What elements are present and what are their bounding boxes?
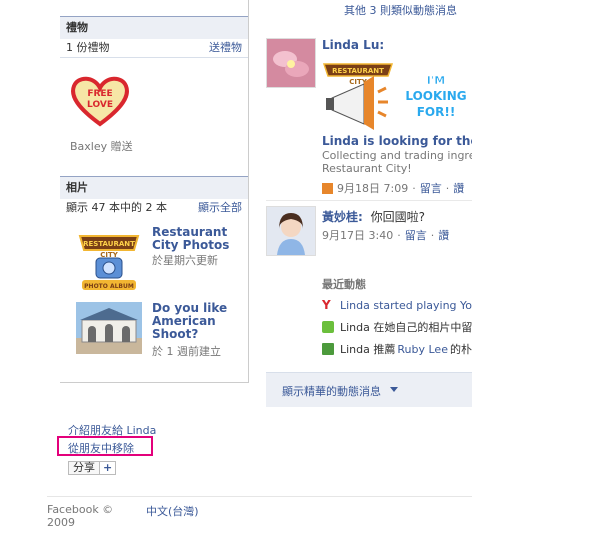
footer-divider	[47, 496, 472, 497]
footer-copyright: Facebook © 2009	[47, 503, 113, 529]
story-meta-2: 9月17日 3:40 · 留言 · 讚	[322, 227, 450, 243]
album-title-1[interactable]: Restaurant City Photos	[152, 226, 242, 252]
show-all-link[interactable]: 顯示全部	[198, 199, 242, 217]
photos-header: 相片	[60, 176, 248, 199]
photos-box: 相片 顯示 47 本中的 2 本 顯示全部	[60, 176, 248, 217]
rc-logo-top: RESTAURANT	[332, 67, 384, 75]
album-meta-2: 於 1 週前建立	[152, 345, 221, 358]
story-2-text: 你回國啦?	[370, 210, 426, 224]
recent-item-3-pre: Linda 推薦	[340, 343, 396, 356]
yoville-icon: Y	[322, 298, 331, 312]
remove-friend-link[interactable]: 從朋友中移除	[68, 440, 134, 456]
restaurant-city-promo-image[interactable]: RESTAURANT CITY I'M LOOKING FOR!!	[322, 58, 472, 130]
comment-link-2[interactable]: 留言	[405, 227, 427, 243]
free-love-gift-image[interactable]: FREE LOVE	[70, 74, 130, 128]
copyright-year: 2009	[47, 516, 75, 529]
recent-item-2-text: Linda 在她自己的相片中留	[340, 321, 472, 334]
like-link-2[interactable]: 讚	[438, 227, 449, 243]
recent-item-3-post: 的朴	[449, 343, 472, 356]
language-link[interactable]: 中文(台灣)	[146, 503, 199, 519]
svg-text:LOVE: LOVE	[87, 100, 113, 110]
gifts-subheader: 1 份禮物 送禮物	[60, 39, 248, 58]
photos-subheader: 顯示 47 本中的 2 本 顯示全部	[60, 199, 248, 217]
svg-text:I'M: I'M	[427, 74, 445, 87]
recent-item-3-link[interactable]: Ruby Lee	[397, 343, 448, 356]
svg-text:FOR!!: FOR!!	[417, 105, 456, 119]
story-meta-1: 9月18日 7:09 · 留言 · 讚	[322, 180, 464, 196]
highlights-bar[interactable]: 顯示精華的動態消息	[266, 372, 472, 407]
avatar-huang[interactable]	[266, 206, 316, 256]
story-desc-2: Restaurant City!	[322, 162, 412, 175]
recent-item-2[interactable]: Linda 在她自己的相片中留	[322, 319, 472, 335]
album-logo-top: RESTAURANT	[83, 240, 135, 248]
restaurant-city-album-logo: RESTAURANT CITY PHOTO ALBUM	[78, 235, 140, 290]
album-title-2[interactable]: Do you like American Shoot?	[152, 302, 242, 341]
send-gift-link[interactable]: 送禮物	[209, 39, 242, 57]
like-link-1[interactable]: 讚	[453, 180, 464, 196]
recent-item-3[interactable]: Linda 推薦 Ruby Lee 的朴	[322, 341, 472, 357]
recent-activity-header: 最近動態	[322, 278, 366, 291]
left-column: 禮物 1 份禮物 送禮物 FREE LOVE Baxley 贈送 相片 顯示 4…	[60, 0, 249, 383]
chevron-down-icon	[390, 387, 398, 392]
building-photo-image	[76, 302, 142, 354]
story-time-1: 9月18日 7:09	[337, 182, 409, 195]
flower-avatar-image	[267, 39, 315, 87]
gifts-header: 禮物	[60, 16, 248, 39]
album-logo-band: PHOTO ALBUM	[84, 283, 134, 290]
story-divider	[266, 200, 472, 201]
avatar-linda[interactable]	[266, 38, 316, 88]
story-headline[interactable]: Linda is looking for these	[322, 134, 472, 148]
gift-from: Baxley 贈送	[70, 140, 133, 153]
album-meta-1: 於星期六更新	[152, 254, 218, 267]
restaurant-city-app-icon	[322, 182, 333, 194]
gift-count: 1 份禮物	[66, 41, 110, 54]
comment-link-1[interactable]: 留言	[420, 180, 442, 196]
share-button[interactable]: 分享	[68, 461, 100, 475]
story-author-huang[interactable]: 黃妙桂:	[322, 210, 363, 224]
album-thumb-restaurant-city[interactable]: RESTAURANT CITY PHOTO ALBUM	[76, 226, 142, 292]
story-2-line: 黃妙桂: 你回國啦?	[322, 208, 425, 225]
share-plus-button[interactable]: +	[100, 461, 117, 475]
comment-icon	[322, 321, 334, 333]
svg-text:LOOKING: LOOKING	[405, 89, 466, 103]
photos-showing: 顯示 47 本中的 2 本	[66, 201, 167, 214]
recent-item-1-text: Linda started playing YoV	[340, 298, 472, 312]
girl-avatar-image	[267, 207, 315, 255]
highlights-label: 顯示精華的動態消息	[282, 385, 381, 398]
copyright-text: Facebook ©	[47, 503, 114, 516]
story-author-linda[interactable]: Linda Lu:	[322, 38, 384, 52]
story-time-2: 9月17日 3:40	[322, 229, 394, 242]
story-desc-1: Collecting and trading ingredi	[322, 149, 472, 162]
recent-item-1[interactable]: Y Linda started playing YoV	[322, 297, 472, 313]
gifts-box: 禮物 1 份禮物 送禮物	[60, 16, 248, 58]
svg-text:FREE: FREE	[87, 89, 112, 99]
recommend-icon	[322, 343, 334, 355]
share-control: 分享 +	[68, 461, 117, 475]
news-feed: Linda Lu: RESTAURANT CITY I'M LOOKING FO…	[266, 0, 472, 410]
album-thumb-american-shoot[interactable]	[76, 302, 142, 354]
